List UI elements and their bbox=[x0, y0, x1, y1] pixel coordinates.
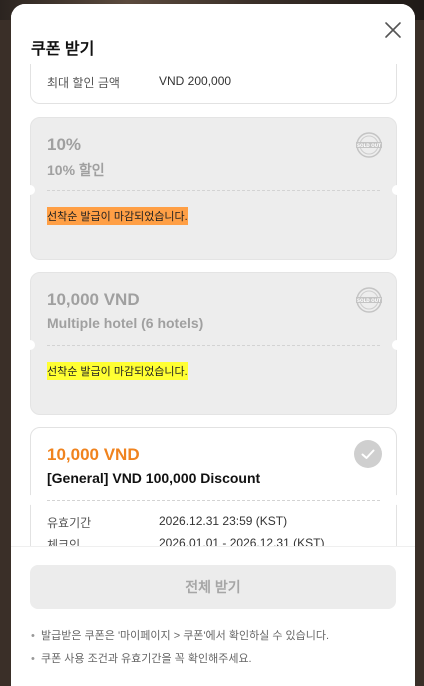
card-divider bbox=[47, 500, 380, 501]
footer-note: • 발급받은 쿠폰은 '마이페이지 > 쿠폰'에서 확인하실 수 있습니다. bbox=[31, 627, 329, 643]
coupon-card-partial: 최대 할인 금액 VND 200,000 bbox=[30, 64, 397, 104]
coupon-list[interactable]: 최대 할인 금액 VND 200,000 10% 10% 할인 SOLD OUT… bbox=[11, 64, 415, 546]
card-notch bbox=[25, 185, 35, 195]
claim-all-button[interactable]: 전체 받기 bbox=[30, 565, 396, 609]
card-divider bbox=[47, 345, 380, 346]
sold-out-notice: 선착순 발급이 마감되었습니다. bbox=[47, 362, 188, 380]
coupon-card: 10% 10% 할인 SOLD OUT 선착순 발급이 마감되었습니다. bbox=[25, 117, 402, 260]
coupon-amount: 10,000 VND bbox=[47, 445, 140, 464]
card-notch bbox=[25, 340, 35, 350]
modal-title: 쿠폰 받기 bbox=[31, 41, 95, 58]
max-discount-label: 최대 할인 금액 bbox=[47, 76, 120, 90]
coupon-amount: 10,000 VND bbox=[47, 290, 140, 309]
coupon-name: Multiple hotel (6 hotels) bbox=[47, 315, 204, 331]
coupon-name: 10% 할인 bbox=[47, 162, 105, 178]
coupon-card[interactable]: 10,000 VND [General] VND 100,000 Discoun… bbox=[25, 427, 402, 546]
checkin-value: 2026.01.01 - 2026.12.31 (KST) bbox=[159, 536, 325, 546]
card-notch bbox=[392, 340, 402, 350]
check-circle-icon[interactable] bbox=[354, 440, 382, 468]
validity-value: 2026.12.31 23:59 (KST) bbox=[159, 514, 288, 528]
sold-out-label: SOLD OUT bbox=[357, 143, 381, 148]
coupon-name: [General] VND 100,000 Discount bbox=[47, 470, 261, 486]
footer-note: • 쿠폰 사용 조건과 유효기간을 꼭 확인해주세요. bbox=[31, 650, 252, 666]
coupon-card: 10,000 VND Multiple hotel (6 hotels) SOL… bbox=[25, 272, 402, 415]
modal-header: 쿠폰 받기 bbox=[11, 4, 415, 64]
bullet-icon: • bbox=[31, 630, 35, 642]
footer-note-text: 발급받은 쿠폰은 '마이페이지 > 쿠폰'에서 확인하실 수 있습니다. bbox=[41, 630, 330, 642]
modal-footer: 전체 받기 • 발급받은 쿠폰은 '마이페이지 > 쿠폰'에서 확인하실 수 있습… bbox=[11, 546, 415, 686]
card-notch bbox=[392, 495, 402, 505]
card-notch bbox=[25, 495, 35, 505]
checkin-label: 체크인 bbox=[47, 538, 81, 546]
sold-out-badge-icon: SOLD OUT bbox=[356, 287, 382, 313]
validity-label: 유효기간 bbox=[47, 516, 92, 530]
max-discount-value: VND 200,000 bbox=[159, 74, 232, 88]
sold-out-label: SOLD OUT bbox=[357, 298, 381, 303]
bullet-icon: • bbox=[31, 653, 35, 665]
close-icon[interactable] bbox=[383, 20, 403, 40]
card-notch bbox=[392, 185, 402, 195]
sold-out-notice: 선착순 발급이 마감되었습니다. bbox=[47, 207, 188, 225]
coupon-amount: 10% bbox=[47, 135, 82, 154]
footer-note-text: 쿠폰 사용 조건과 유효기간을 꼭 확인해주세요. bbox=[41, 653, 252, 665]
card-divider bbox=[47, 190, 380, 191]
coupon-modal: 쿠폰 받기 최대 할인 금액 VND 200,000 10% 10% 할인 SO… bbox=[11, 4, 415, 686]
sold-out-badge-icon: SOLD OUT bbox=[356, 132, 382, 158]
